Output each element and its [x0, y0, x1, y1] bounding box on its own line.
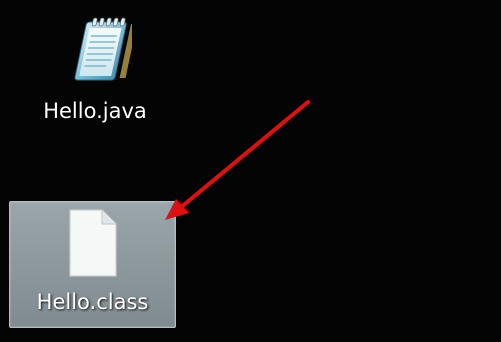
- desktop: Hello.java Hello.class: [0, 0, 501, 342]
- desktop-icon-hello-java[interactable]: Hello.java: [20, 6, 170, 132]
- blank-file-icon: [69, 209, 117, 277]
- desktop-icon-label: Hello.class: [36, 290, 149, 314]
- arrow-shaft: [178, 100, 310, 210]
- desktop-icon-label: Hello.java: [43, 99, 147, 123]
- desktop-icon-hello-class[interactable]: Hello.class: [9, 201, 176, 328]
- notepad-icon: [74, 17, 132, 81]
